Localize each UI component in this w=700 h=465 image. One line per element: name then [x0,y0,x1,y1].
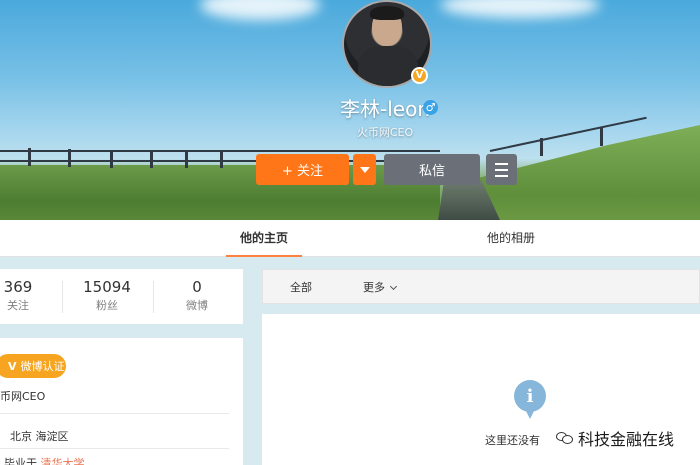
stat-value: 15094 [83,278,131,296]
stat-divider [153,281,154,313]
tab-home[interactable]: 他的主页 [226,220,302,257]
education-line: 毕业于 清华大学 [4,455,85,465]
follow-options-button[interactable] [353,154,376,185]
cover-cloud [440,0,600,18]
stat-label: 粉丝 [96,299,118,312]
menu-icon-bar [495,174,508,177]
info-icon: i [514,380,546,419]
chevron-down-icon [389,282,398,291]
cover-fence-post [150,150,153,168]
follow-button[interactable]: + 关注 [256,154,349,185]
verified-v-icon: V [8,359,17,373]
cover-fence-post [28,148,31,166]
education-prefix: 毕业于 [4,457,37,465]
stats-card: 369 关注 15094 粉丝 0 微博 [0,269,243,324]
filter-more-label: 更多 [363,281,385,294]
cover-cloud [200,0,320,20]
cover-fence-post [540,138,543,156]
profile-name: 李林-leon [340,97,430,121]
info-divider [0,413,229,414]
location-text: 北京 海淀区 [10,430,69,443]
info-card: V 微博认证 币网CEO 北京 海淀区 毕业于 清华大学 [0,338,243,465]
caret-down-icon [359,166,370,173]
stat-posts[interactable]: 0 微博 [162,278,232,313]
cover-fence-post [185,150,188,168]
wechat-icon [556,431,574,445]
filter-all[interactable]: 全部 [290,279,312,295]
male-gender-icon: ♂ [423,100,438,115]
stat-label: 微博 [186,299,208,312]
avatar-figure [358,46,418,86]
more-menu-button[interactable] [486,154,517,185]
stat-value: 0 [192,278,202,296]
menu-icon-bar [495,168,508,171]
verified-label: 微博认证 [20,360,65,373]
cover-fence-post [220,150,223,168]
watermark: 科技金融在线 [556,426,674,450]
cover-fence-post [68,149,71,167]
empty-message: 这里还没有 [485,434,540,447]
wechat-bubble [562,435,573,444]
cover-fence-post [600,128,603,146]
stat-label: 关注 [7,299,29,312]
verified-title: 币网CEO [0,390,46,403]
info-divider [0,448,229,449]
avatar-hair [370,6,404,20]
stat-followers[interactable]: 15094 粉丝 [72,278,142,313]
message-button[interactable]: 私信 [384,154,480,185]
stat-divider [62,281,63,313]
profile-intro: 火币网CEO [356,126,414,139]
menu-icon-bar [495,162,508,165]
verified-pill[interactable]: V 微博认证 [0,354,66,378]
filter-more[interactable]: 更多 [363,279,398,295]
stat-value: 369 [3,278,33,296]
stat-following[interactable]: 369 关注 [0,278,53,313]
education-school-link[interactable]: 清华大学 [41,457,85,465]
feed-filter-bar: 全部 更多 [262,269,700,304]
watermark-text: 科技金融在线 [578,430,675,449]
tab-album[interactable]: 他的相册 [474,220,548,257]
profile-tabbar: 他的主页 他的相册 [0,220,700,257]
cover-fence-post [110,150,113,168]
verified-badge-icon: V [411,67,428,84]
